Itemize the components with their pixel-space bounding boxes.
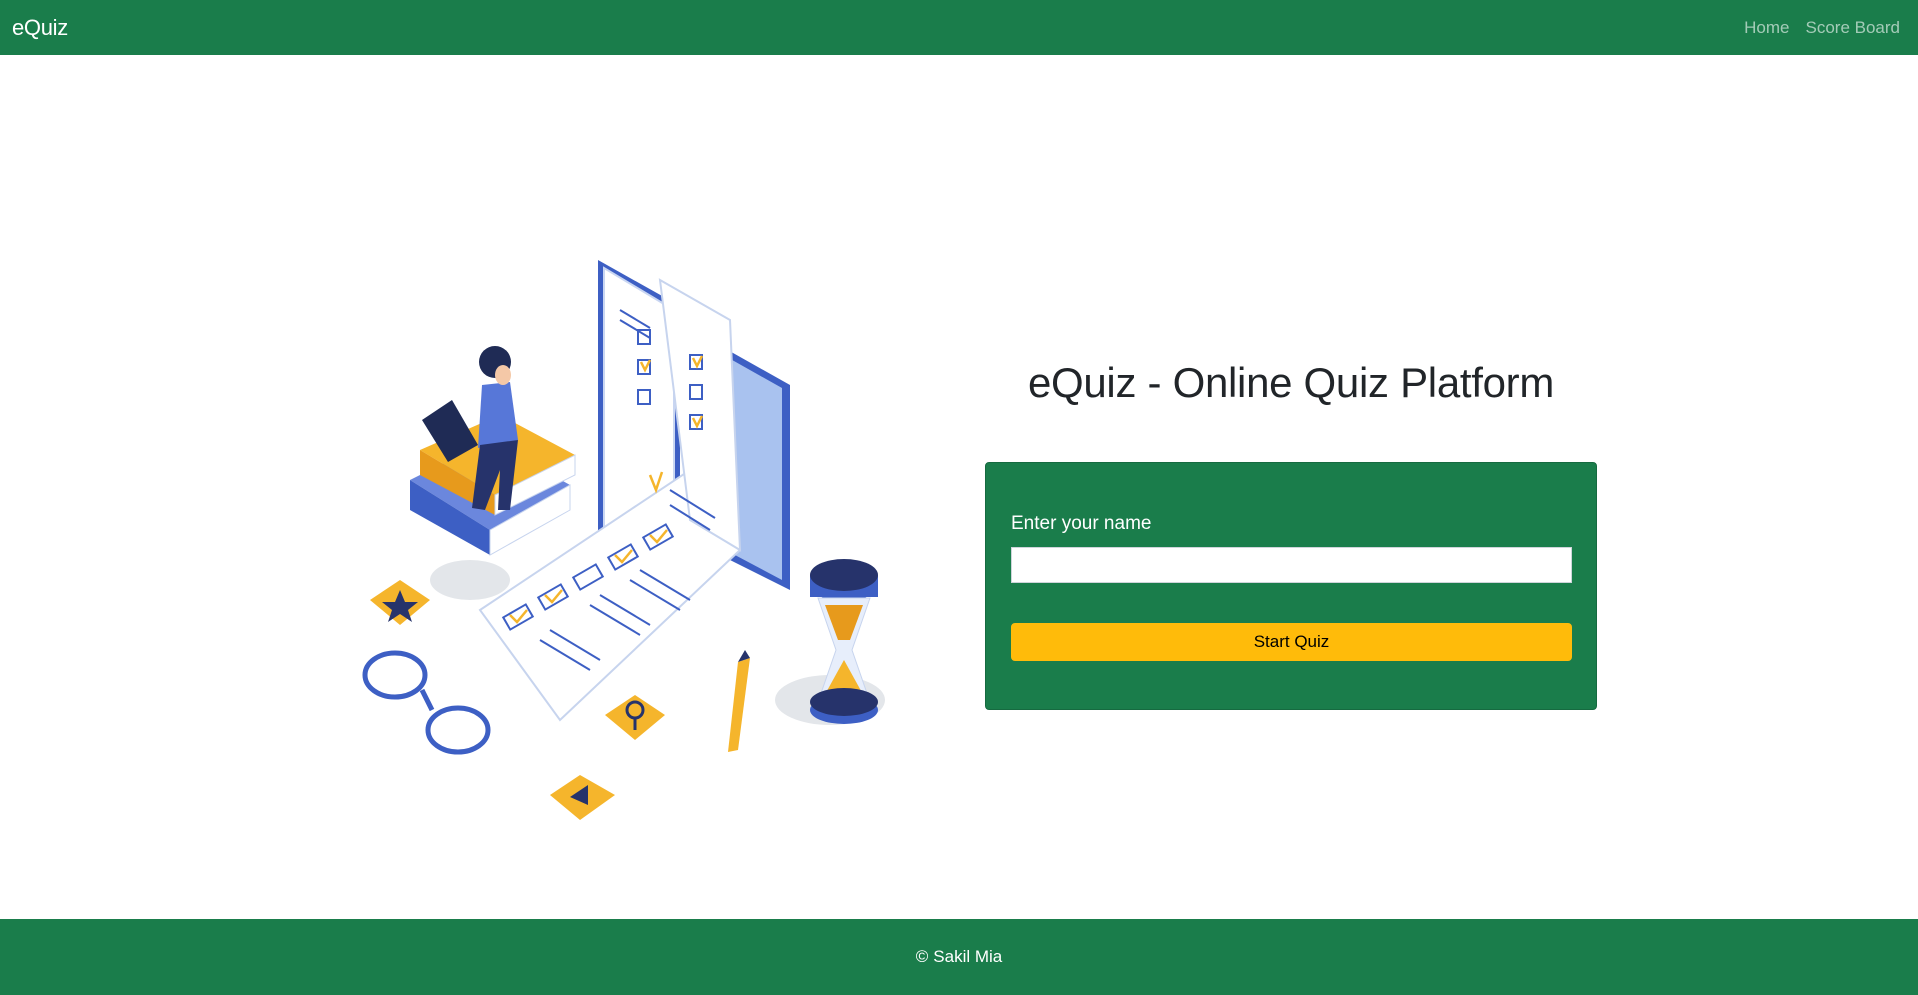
page-title: eQuiz - Online Quiz Platform [1027,359,1555,406]
top-navbar: eQuiz Home Score Board [0,0,1918,55]
name-input[interactable] [1011,547,1572,583]
nav-links: Home Score Board [1744,18,1906,38]
quiz-illustration-graphic [362,260,885,820]
quiz-illustration [360,250,900,840]
hero-content: eQuiz - Online Quiz Platform Enter your … [985,355,1597,710]
footer: © Sakil Mia [0,919,1918,995]
start-quiz-card: Enter your name Start Quiz [985,462,1597,710]
start-quiz-button[interactable]: Start Quiz [1011,623,1572,661]
copyright-icon: © [915,947,929,966]
brand-logo-link[interactable]: eQuiz [12,15,68,41]
nav-link-home[interactable]: Home [1744,18,1789,38]
footer-author: Sakil Mia [933,947,1003,966]
main-content: eQuiz - Online Quiz Platform Enter your … [0,55,1918,919]
name-label: Enter your name [1011,513,1152,534]
nav-link-score-board[interactable]: Score Board [1806,18,1901,38]
